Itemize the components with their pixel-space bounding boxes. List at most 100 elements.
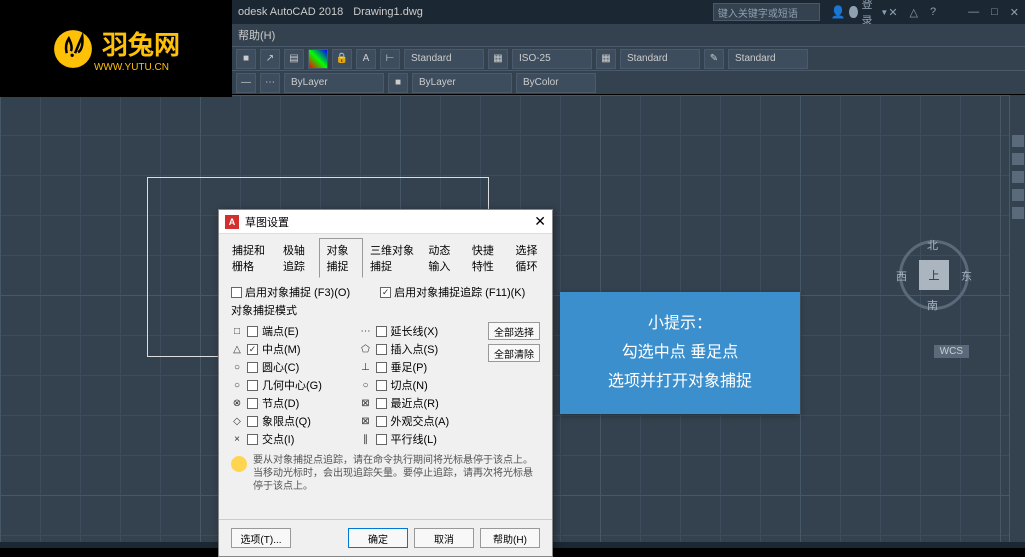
tutorial-tip-panel: 小提示： 勾选中点 垂足点 选项并打开对象捕捉: [560, 292, 800, 414]
tool-sep1[interactable]: ▦: [488, 49, 508, 69]
osnap-icon: ×: [231, 434, 243, 445]
osnap-left-1[interactable]: △中点(M): [231, 340, 360, 358]
search-input[interactable]: 键入关键字或短语: [713, 3, 821, 21]
dialog-tab-1[interactable]: 极轴追踪: [276, 238, 320, 278]
dialog-tab-2[interactable]: 对象捕捉: [319, 238, 363, 278]
dialog-tab-5[interactable]: 快捷特性: [465, 238, 509, 278]
osnap-checkbox[interactable]: [376, 380, 387, 391]
osnap-right-1[interactable]: ⬠插入点(S): [360, 340, 489, 358]
viewcube-top[interactable]: 上: [919, 260, 949, 290]
combo-layer[interactable]: ByLayer: [284, 73, 384, 93]
drafting-settings-dialog: A 草图设置 ✕ 捕捉和栅格极轴追踪对象捕捉三维对象捕捉动态输入快捷特性选择循环…: [218, 209, 553, 557]
osnap-checkbox[interactable]: [376, 434, 387, 445]
osnap-left-3[interactable]: ○几何中心(G): [231, 376, 360, 394]
cancel-button[interactable]: 取消: [414, 528, 474, 548]
tool-brush[interactable]: ✎: [704, 49, 724, 69]
osnap-left-2[interactable]: ○圆心(C): [231, 358, 360, 376]
tool-swatch[interactable]: ■: [388, 73, 408, 93]
viewcube-west[interactable]: 西: [896, 268, 907, 284]
combo-standard3[interactable]: Standard: [728, 49, 808, 69]
tool-line1[interactable]: —: [236, 73, 256, 93]
exchange-icon[interactable]: ✕: [888, 6, 897, 19]
bulb-icon: [231, 456, 247, 472]
osnap-checkbox[interactable]: [247, 416, 258, 427]
select-all-button[interactable]: 全部选择: [488, 322, 540, 340]
dialog-close-button[interactable]: ✕: [534, 213, 546, 230]
rabbit-icon: [52, 28, 94, 70]
tool-dim[interactable]: ⊢: [380, 49, 400, 69]
combo-standard1[interactable]: Standard: [404, 49, 484, 69]
osnap-right-5[interactable]: ⊠外观交点(A): [360, 412, 489, 430]
dialog-titlebar[interactable]: A 草图设置 ✕: [219, 210, 552, 234]
osnap-checkbox[interactable]: [247, 362, 258, 373]
nav-showmotion[interactable]: [1012, 207, 1024, 219]
help-button[interactable]: 帮助(H): [480, 528, 540, 548]
osnap-checkbox[interactable]: [247, 434, 258, 445]
osnap-checkbox[interactable]: [376, 416, 387, 427]
dialog-tab-4[interactable]: 动态输入: [421, 238, 465, 278]
osnap-checkbox[interactable]: [376, 398, 387, 409]
osnap-checkbox[interactable]: [247, 326, 258, 337]
viewcube-north[interactable]: 北: [927, 237, 938, 253]
osnap-icon: ◇: [231, 416, 243, 427]
minimize-button[interactable]: —: [968, 6, 979, 19]
maximize-button[interactable]: □: [991, 6, 998, 19]
ok-button[interactable]: 确定: [348, 528, 408, 548]
osnap-label: 交点(I): [262, 431, 294, 447]
combo-color[interactable]: ByLayer: [412, 73, 512, 93]
nav-pan[interactable]: [1012, 153, 1024, 165]
dialog-tab-3[interactable]: 三维对象捕捉: [363, 238, 421, 278]
clear-all-button[interactable]: 全部清除: [488, 344, 540, 362]
close-button[interactable]: ✕: [1010, 6, 1019, 19]
osnap-right-4[interactable]: ⊠最近点(R): [360, 394, 489, 412]
osnap-checkbox[interactable]: [247, 380, 258, 391]
osnap-icon: □: [231, 326, 243, 337]
osnap-right-6[interactable]: ∥平行线(L): [360, 430, 489, 448]
enable-osnap-checkbox[interactable]: 启用对象捕捉 (F3)(O): [231, 284, 350, 300]
tip-title: 小提示：: [576, 310, 784, 339]
osnap-checkbox[interactable]: [247, 398, 258, 409]
osnap-right-3[interactable]: ○切点(N): [360, 376, 489, 394]
osnap-mode-label: 对象捕捉模式: [231, 302, 540, 318]
osnap-checkbox[interactable]: [376, 362, 387, 373]
viewcube-east[interactable]: 东: [961, 268, 972, 284]
hint-text: 要从对象捕捉点追踪，请在命令执行期间将光标悬停于该点上。当移动光标时，会出现追踪…: [253, 454, 540, 493]
osnap-checkbox[interactable]: [247, 344, 258, 355]
enable-track-checkbox[interactable]: 启用对象捕捉追踪 (F11)(K): [380, 284, 525, 300]
tool-color[interactable]: [308, 49, 328, 69]
osnap-checkbox[interactable]: [376, 326, 387, 337]
menu-help[interactable]: 帮助(H): [238, 27, 275, 43]
wcs-label[interactable]: WCS: [934, 345, 969, 358]
tool-match[interactable]: ■: [236, 49, 256, 69]
viewcube-south[interactable]: 南: [927, 297, 938, 313]
tip-line2: 选项并打开对象捕捉: [576, 368, 784, 397]
osnap-icon: ⊠: [360, 398, 372, 409]
nav-wheel[interactable]: [1012, 135, 1024, 147]
nav-zoom[interactable]: [1012, 171, 1024, 183]
osnap-left-0[interactable]: □端点(E): [231, 322, 360, 340]
osnap-checkbox[interactable]: [376, 344, 387, 355]
osnap-left-5[interactable]: ◇象限点(Q): [231, 412, 360, 430]
cloud-icon[interactable]: △: [910, 6, 918, 19]
osnap-left-4[interactable]: ⊗节点(D): [231, 394, 360, 412]
osnap-left-6[interactable]: × 交点(I): [231, 430, 360, 448]
tool-layer[interactable]: ▤: [284, 49, 304, 69]
nav-orbit[interactable]: [1012, 189, 1024, 201]
view-cube[interactable]: 上 北 南 东 西: [894, 235, 974, 315]
combo-standard2[interactable]: Standard: [620, 49, 700, 69]
combo-iso[interactable]: ISO-25: [512, 49, 592, 69]
dialog-tab-0[interactable]: 捕捉和栅格: [225, 238, 276, 278]
options-button[interactable]: 选项(T)...: [231, 528, 291, 548]
tool-arrow[interactable]: ↗: [260, 49, 280, 69]
dialog-tab-6[interactable]: 选择循环: [508, 238, 552, 278]
combo-ltype[interactable]: ByColor: [516, 73, 596, 93]
tool-sep2[interactable]: ▦: [596, 49, 616, 69]
osnap-right-2[interactable]: ⊥垂足(P): [360, 358, 489, 376]
osnap-right-0[interactable]: ⋯延长线(X): [360, 322, 489, 340]
tool-text[interactable]: A: [356, 49, 376, 69]
osnap-icon: ○: [360, 380, 372, 391]
user-icon: [849, 6, 857, 18]
help-icon[interactable]: ?: [930, 6, 936, 19]
tool-line2[interactable]: ⋯: [260, 73, 280, 93]
tool-lock[interactable]: 🔒: [332, 49, 352, 69]
